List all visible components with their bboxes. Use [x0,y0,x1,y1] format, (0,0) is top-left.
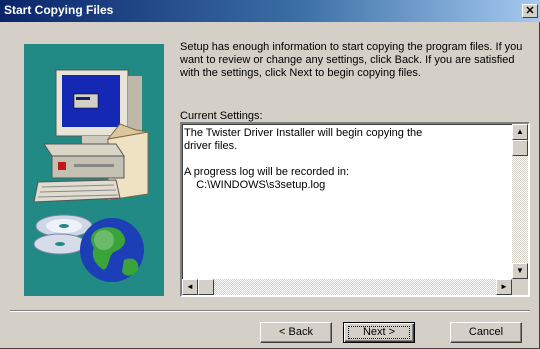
scroll-up-button[interactable]: ▲ [512,124,528,140]
button-separator [10,310,530,312]
scroll-left-icon: ◄ [186,282,194,291]
cancel-button-label: Cancel [468,326,504,338]
setup-dialog: Start Copying Files ✕ Setup has enough i… [0,0,540,349]
vertical-scroll-thumb[interactable] [512,140,528,156]
window-title: Start Copying Files [4,3,114,17]
close-button[interactable]: ✕ [522,4,538,18]
scroll-left-button[interactable]: ◄ [182,279,198,295]
current-settings-textbox[interactable]: The Twister Driver Installer will begin … [180,122,530,297]
scroll-right-icon: ► [500,282,508,291]
wizard-illustration-svg [33,69,149,282]
next-button[interactable]: Next > [343,322,415,343]
close-icon: ✕ [525,5,535,17]
title-bar[interactable]: Start Copying Files ✕ [0,0,540,22]
back-button-label: < Back [279,326,313,338]
computer-icon [33,69,149,203]
current-settings-text: The Twister Driver Installer will begin … [184,127,423,191]
back-button[interactable]: < Back [260,322,332,343]
scroll-right-button[interactable]: ► [496,279,512,295]
cancel-button[interactable]: Cancel [450,322,522,343]
intro-text: Setup has enough information to start co… [180,41,523,79]
horizontal-scroll-thumb[interactable] [198,279,214,295]
scroll-up-icon: ▲ [516,127,524,136]
wizard-illustration [24,44,164,296]
scroll-corner [512,279,528,295]
vertical-scrollbar[interactable]: ▲ ▼ [512,124,528,279]
next-button-label: Next > [362,326,396,338]
horizontal-scrollbar[interactable]: ◄ ► [182,279,512,295]
scroll-down-icon: ▼ [516,266,524,275]
scroll-down-button[interactable]: ▼ [512,263,528,279]
current-settings-label: Current Settings: [180,110,263,122]
globe-icon [80,218,144,282]
